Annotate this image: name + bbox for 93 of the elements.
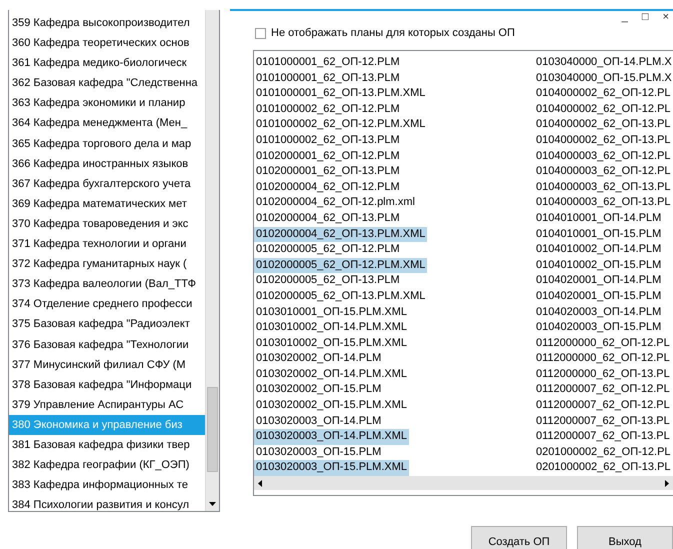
file-item[interactable]: 0104000002_62_ОП-13.PL [534, 132, 673, 149]
department-item[interactable]: 359 Кафедра высокопроизводител [9, 13, 205, 34]
department-item[interactable]: 360 Кафедра теоретических основ [9, 33, 205, 54]
checkbox[interactable] [255, 28, 266, 38]
file-item[interactable]: 0104020001_ОП-15.PLM [534, 288, 664, 304]
file-item[interactable]: 0102000004_62_ОП-12.PLM [254, 180, 402, 196]
department-item[interactable]: 384 Психологии развития и консул [9, 495, 205, 511]
department-item[interactable]: 361 Кафедра медико-биологическ [9, 53, 205, 74]
file-item[interactable]: 0103040000_ОП-15.PLM.X [534, 70, 673, 86]
file-item[interactable]: 0104000003_62_ОП-13.PL [534, 195, 673, 211]
file-item[interactable]: 0101000002_62_ОП-13.PLM [254, 132, 402, 149]
file-item[interactable]: 0102000004_62_ОП-12.plm.xml [254, 195, 417, 211]
file-item[interactable]: 0103020003_ОП-15.PLM.XML [254, 460, 410, 476]
file-item[interactable]: 0104010001_ОП-15.PLM [534, 226, 664, 242]
file-item[interactable]: 0104000002_62_ОП-12.PL [534, 86, 673, 102]
file-item[interactable]: 0103010001_ОП-15.PLM.XML [254, 304, 410, 320]
scrollbar-thumb[interactable] [207, 387, 218, 472]
file-item[interactable]: 0112000007_62_ОП-12.PL [534, 398, 672, 414]
file-item[interactable]: 0103020002_ОП-15.PLM.XML [254, 398, 410, 414]
file-item[interactable]: 0101000001_62_ОП-13.PLM [254, 70, 402, 86]
file-item[interactable]: 0201000002_62_ОП-12.PL [534, 444, 673, 460]
left-arrow-icon[interactable] [258, 480, 262, 487]
file-item[interactable]: 0104000002_62_ОП-13.PL [534, 117, 673, 133]
file-item[interactable]: 0103010002_ОП-15.PLM.XML [254, 336, 410, 352]
department-item[interactable]: 378 Базовая кафедра "Информаци [9, 374, 205, 395]
department-item[interactable]: 369 Кафедра математических мет [9, 194, 205, 214]
department-item[interactable]: 370 Кафедра товароведения и экс [9, 214, 205, 234]
file-item[interactable]: 0103020003_ОП-14.PLM [254, 414, 384, 430]
department-item[interactable]: 364 Кафедра менеджмента (Мен_ [9, 113, 205, 134]
file-item[interactable]: 0201000002_62_ОП-13.PL [534, 460, 673, 476]
file-item[interactable]: 0101000001_62_ОП-12.PLM [254, 55, 402, 71]
window-control-button[interactable]: _ [622, 11, 628, 23]
file-item[interactable]: 0101000002_62_ОП-12.PLM.XML [254, 117, 428, 133]
file-item[interactable]: 0103020003_ОП-15.PLM [254, 444, 384, 460]
window-control-button[interactable]: □ [642, 11, 649, 23]
file-item[interactable]: 0112000007_62_ОП-13.PL [534, 414, 672, 430]
file-item[interactable]: 0101000002_62_ОП-12.PLM [254, 102, 402, 118]
file-item[interactable]: 0104000002_62_ОП-12.PL [534, 102, 673, 118]
file-item[interactable]: 0112000007_62_ОП-12.PL [534, 382, 672, 398]
file-item[interactable]: 0102000004_62_ОП-13.PLM.XML [254, 226, 428, 242]
file-item[interactable]: 0112000007_62_ОП-13.PL [534, 429, 672, 445]
window-control-button[interactable]: × [662, 11, 669, 23]
department-item[interactable]: 374 Отделение среднего професси [9, 294, 205, 314]
horizontal-scrollbar[interactable] [254, 476, 673, 490]
file-item[interactable]: 0102000005_62_ОП-12.PLM.XML [254, 258, 428, 274]
file-item[interactable]: 0102000005_62_ОП-13.PLM.XML [254, 288, 428, 304]
department-list[interactable] [8, 10, 220, 512]
department-item[interactable]: 367 Кафедра бухгалтерского учета [9, 174, 205, 194]
department-item[interactable]: 379 Управление Аспирантуры АС [9, 394, 205, 415]
department-item[interactable]: 383 Кафедра информационных те [9, 475, 205, 496]
file-item[interactable]: 0102000001_62_ОП-13.PLM [254, 164, 402, 180]
department-item[interactable]: 373 Кафедра валеологии (Вал_ТТФ [9, 274, 205, 294]
vertical-scrollbar[interactable] [205, 10, 219, 511]
file-item[interactable]: 0104010001_ОП-14.PLM [534, 210, 664, 227]
file-item[interactable]: 0104010002_ОП-15.PLM [534, 258, 664, 274]
file-item[interactable]: 0103020002_ОП-14.PLM [254, 351, 384, 367]
file-item[interactable]: 0104020001_ОП-14.PLM [534, 273, 664, 289]
checkbox-label: Не отображать планы для которых созданы ОП [271, 27, 515, 39]
file-item[interactable]: 0102000004_62_ОП-13.PLM [254, 210, 402, 227]
file-item[interactable]: 0101000001_62_ОП-13.PLM.XML [254, 86, 428, 102]
department-item[interactable]: 376 Базовая кафедра "Технологии [9, 334, 205, 355]
department-item[interactable]: 371 Кафедра технологии и органи [9, 234, 205, 254]
file-item[interactable]: 0103020002_ОП-14.PLM.XML [254, 366, 410, 382]
file-item[interactable]: 0104010002_ОП-14.PLM [534, 242, 664, 258]
right-arrow-icon[interactable] [665, 480, 669, 487]
file-item[interactable]: 0104020003_ОП-15.PLM [534, 320, 664, 336]
file-item[interactable]: 0112000000_62_ОП-12.PL [534, 351, 672, 367]
file-item[interactable]: 0112000000_62_ОП-13.PL [534, 366, 672, 382]
department-item[interactable]: 363 Кафедра экономики и планир [9, 93, 205, 114]
file-item[interactable]: 0103040000_ОП-14.PLM.X [534, 55, 673, 71]
file-item[interactable]: 0104000003_62_ОП-13.PL [534, 180, 673, 196]
dialog-button[interactable]: Выход [577, 526, 673, 549]
department-item[interactable]: 382 Кафедра географии (КГ_ОЭП) [9, 455, 205, 476]
department-item[interactable]: 377 Минусинский филиал СФУ (М [9, 354, 205, 375]
department-item[interactable]: 375 Базовая кафедра "Радиоэлект [9, 314, 205, 334]
file-item[interactable]: 0104020003_ОП-14.PLM [534, 304, 664, 320]
file-item[interactable]: 0102000005_62_ОП-12.PLM [254, 242, 402, 258]
file-item[interactable]: 0104000003_62_ОП-12.PL [534, 164, 673, 180]
file-item[interactable]: 0103020003_ОП-14.PLM.XML [254, 429, 410, 445]
file-item[interactable]: 0102000001_62_ОП-12.PLM [254, 148, 402, 164]
file-item[interactable]: 0103020002_ОП-15.PLM [254, 382, 384, 398]
dialog-button[interactable]: Создать ОП [471, 526, 567, 549]
department-item[interactable]: 381 Базовая кафедра физики твер [9, 434, 205, 456]
department-item[interactable]: 362 Базовая кафедра "Следственна [9, 73, 205, 94]
file-item[interactable]: 0102000005_62_ОП-13.PLM [254, 273, 402, 289]
department-item[interactable]: 366 Кафедра иностранных языков [9, 154, 205, 174]
file-item[interactable]: 0103010002_ОП-14.PLM.XML [254, 320, 410, 336]
department-item[interactable]: 372 Кафедра гуманитарных наук ( [9, 254, 205, 274]
file-list[interactable] [253, 50, 673, 496]
file-item[interactable]: 0104000003_62_ОП-12.PL [534, 148, 673, 164]
file-item[interactable]: 0112000000_62_ОП-12.PL [534, 336, 672, 352]
down-arrow-icon[interactable] [209, 502, 216, 506]
department-item[interactable]: 365 Кафедра торгового дела и мар [9, 134, 205, 154]
